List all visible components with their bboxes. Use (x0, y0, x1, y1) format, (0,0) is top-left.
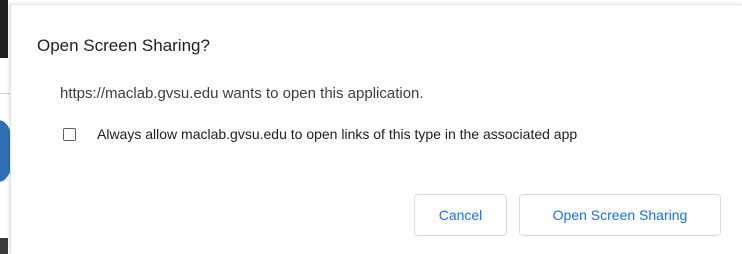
always-allow-option[interactable]: Always allow maclab.gvsu.edu to open lin… (63, 125, 577, 143)
always-allow-label: Always allow maclab.gvsu.edu to open lin… (97, 126, 578, 142)
cancel-button[interactable]: Cancel (414, 194, 507, 236)
open-screen-sharing-button[interactable]: Open Screen Sharing (519, 194, 721, 236)
dialog-title: Open Screen Sharing? (37, 36, 210, 55)
open-app-dialog: Open Screen Sharing? https://maclab.gvsu… (10, 4, 742, 254)
background-window-edge (0, 0, 8, 58)
always-allow-checkbox[interactable] (63, 127, 76, 141)
background-window-edge-bottom (0, 238, 8, 254)
page: Open Screen Sharing? https://maclab.gvsu… (0, 0, 742, 254)
dialog-message: https://maclab.gvsu.edu wants to open th… (60, 85, 424, 102)
